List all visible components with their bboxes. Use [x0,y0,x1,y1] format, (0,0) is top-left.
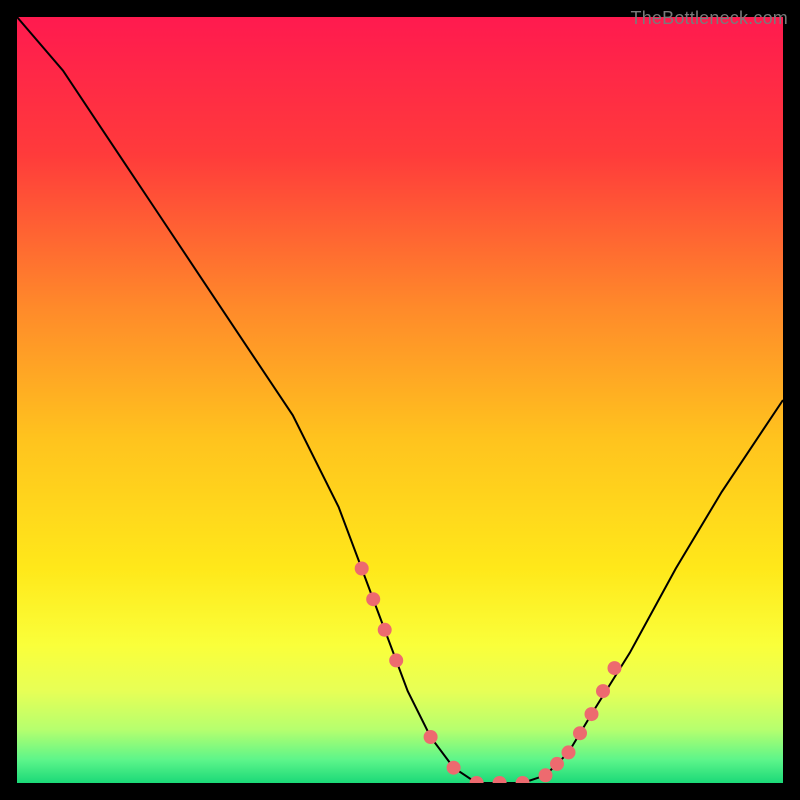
marker-dot [596,684,610,698]
marker-dot [447,761,461,775]
marker-dot [470,776,484,783]
marker-dot [378,623,392,637]
marker-dot [366,592,380,606]
marker-dot [389,653,403,667]
marker-dot [573,726,587,740]
marker-dot [608,661,622,675]
marker-dot [562,745,576,759]
marker-dot [493,776,507,783]
marker-dot [516,776,530,783]
highlight-markers [355,562,622,784]
marker-dot [424,730,438,744]
marker-dot [539,768,553,782]
bottleneck-curve [17,17,783,783]
watermark-text: TheBottleneck.com [631,8,788,29]
marker-dot [585,707,599,721]
marker-dot [550,757,564,771]
plot-area [17,17,783,783]
marker-dot [355,562,369,576]
chart-svg [17,17,783,783]
